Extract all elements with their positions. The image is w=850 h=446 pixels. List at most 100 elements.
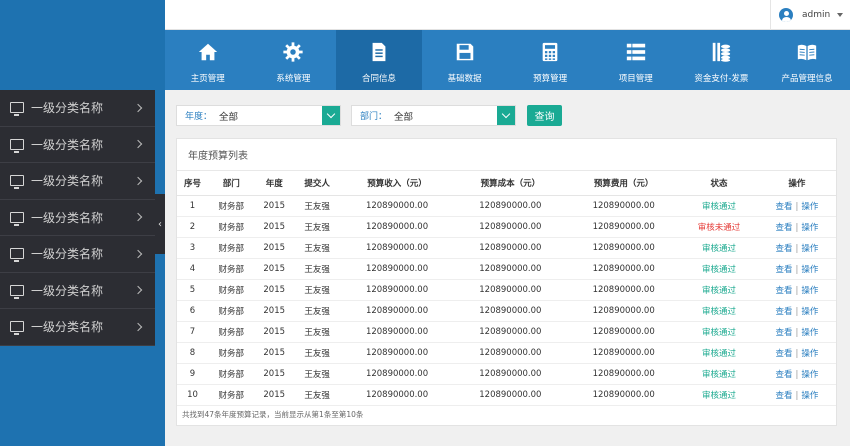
nav-item-1[interactable]: 主页管理 [165, 30, 251, 90]
operate-link[interactable]: 操作 [801, 202, 818, 212]
sidebar-item-3[interactable]: 一级分类名称 [0, 163, 155, 200]
row-expense: 120890000.00 [567, 279, 681, 301]
row-cost: 120890000.00 [453, 363, 568, 385]
row-year: 2015 [254, 384, 294, 406]
view-link[interactable]: 查看 [775, 370, 792, 380]
nav-item-8[interactable]: 产品管理信息 [764, 30, 850, 90]
table-row: 4 财务部 2015 王友强 120890000.00 120890000.00 12089… [177, 258, 836, 280]
column-header: 预算费用（元） [567, 171, 681, 196]
action-separator: | [795, 327, 799, 338]
sidebar-item-label: 一级分类名称 [31, 174, 104, 189]
row-dept: 财务部 [208, 384, 255, 406]
sidebar-item-label: 一级分类名称 [31, 247, 104, 262]
table-row: 7 财务部 2015 王友强 120890000.00 120890000.00 12089… [177, 321, 836, 343]
chevron-right-icon [133, 140, 143, 149]
monitor-icon [10, 321, 24, 336]
user-menu[interactable]: admin [770, 0, 850, 30]
row-submitter: 王友强 [293, 321, 341, 343]
dept-filter[interactable]: 部门： 全部 [351, 105, 516, 126]
view-link[interactable]: 查看 [775, 202, 792, 212]
operate-link[interactable]: 操作 [801, 328, 818, 338]
sidebar-item-4[interactable]: 一级分类名称 [0, 200, 155, 236]
nav-item-5[interactable]: 预算管理 [507, 30, 593, 90]
column-header: 状态 [680, 171, 758, 196]
nav-item-label: 资金支付-发票 [694, 74, 749, 84]
sidebar-item-2[interactable]: 一级分类名称 [0, 127, 155, 163]
row-number: 2 [177, 216, 208, 238]
operate-link[interactable]: 操作 [801, 286, 818, 296]
sidebar-item-1[interactable]: 一级分类名称 [0, 90, 155, 127]
user-name: admin [802, 10, 831, 20]
view-link[interactable]: 查看 [775, 265, 792, 275]
view-link[interactable]: 查看 [775, 328, 792, 338]
query-button[interactable]: 查询 [527, 105, 562, 126]
row-income: 120890000.00 [340, 363, 454, 385]
chevron-right-icon [133, 176, 143, 185]
sidebar-item-5[interactable]: 一级分类名称 [0, 236, 155, 273]
row-number: 1 [177, 195, 208, 217]
view-link[interactable]: 查看 [775, 391, 792, 401]
year-dropdown-chevron-icon[interactable] [322, 106, 340, 125]
row-submitter: 王友强 [293, 363, 341, 385]
dept-dropdown-chevron-icon[interactable] [497, 106, 515, 125]
sidebar-item-7[interactable]: 一级分类名称 [0, 309, 155, 346]
nav-item-7[interactable]: 资金支付-发票 [679, 30, 765, 90]
row-submitter: 王友强 [293, 216, 341, 238]
row-cost: 120890000.00 [453, 195, 568, 217]
coins-icon [710, 30, 732, 66]
table-row: 5 财务部 2015 王友强 120890000.00 120890000.00 12089… [177, 279, 836, 301]
action-separator: | [795, 264, 799, 275]
row-submitter: 王友强 [293, 279, 341, 301]
sidebar-item-6[interactable]: 一级分类名称 [0, 273, 155, 309]
operate-link[interactable]: 操作 [801, 244, 818, 254]
row-status: 审核通过 [680, 384, 758, 406]
sidebar-collapse-toggle[interactable]: ‹ [155, 194, 165, 254]
nav-item-4[interactable]: 基础数据 [422, 30, 508, 90]
row-submitter: 王友强 [293, 258, 341, 280]
table-header-row: 序号 部门 年度 提交人 预算收入（元） 预算成本（元） 预算费用（元） 状态 操作 [177, 171, 836, 196]
row-year: 2015 [254, 342, 294, 364]
row-income: 120890000.00 [340, 384, 454, 406]
caret-down-icon [837, 13, 844, 17]
operate-link[interactable]: 操作 [801, 370, 818, 380]
nav-item-6[interactable]: 项目管理 [593, 30, 679, 90]
row-dept: 财务部 [208, 321, 255, 343]
operate-link[interactable]: 操作 [801, 265, 818, 275]
operate-link[interactable]: 操作 [801, 307, 818, 317]
chevron-right-icon [133, 286, 143, 295]
nav-item-label: 主页管理 [190, 74, 225, 84]
monitor-icon [10, 284, 24, 299]
row-income: 120890000.00 [340, 195, 454, 217]
view-link[interactable]: 查看 [775, 307, 792, 317]
row-status: 审核通过 [680, 237, 758, 259]
row-number: 4 [177, 258, 208, 280]
action-separator: | [795, 222, 799, 233]
row-submitter: 王友强 [293, 342, 341, 364]
row-cost: 120890000.00 [453, 279, 568, 301]
operate-link[interactable]: 操作 [801, 349, 818, 359]
panel-title: 年度预算列表 [177, 139, 836, 171]
operate-link[interactable]: 操作 [801, 391, 818, 401]
row-expense: 120890000.00 [567, 195, 681, 217]
monitor-icon [10, 175, 24, 190]
main-nav: 主页管理 系统管理 合同信息 基础数据 预算管理 项目管理 资金支付-发票 产品管理信息 [165, 30, 850, 90]
home-icon [197, 30, 219, 66]
row-submitter: 王友强 [293, 237, 341, 259]
view-link[interactable]: 查看 [775, 223, 792, 233]
gear-icon [282, 30, 304, 66]
nav-item-3[interactable]: 合同信息 [336, 30, 422, 90]
view-link[interactable]: 查看 [775, 286, 792, 296]
operate-link[interactable]: 操作 [801, 223, 818, 233]
year-filter[interactable]: 年度： 全部 [176, 105, 341, 126]
row-actions: 查看 | 操作 [757, 321, 836, 343]
row-expense: 120890000.00 [567, 237, 681, 259]
row-dept: 财务部 [208, 300, 255, 322]
row-actions: 查看 | 操作 [757, 384, 836, 406]
monitor-icon [10, 102, 24, 117]
row-year: 2015 [254, 321, 294, 343]
row-year: 2015 [254, 195, 294, 217]
view-link[interactable]: 查看 [775, 349, 792, 359]
nav-item-2[interactable]: 系统管理 [251, 30, 337, 90]
row-cost: 120890000.00 [453, 321, 568, 343]
view-link[interactable]: 查看 [775, 244, 792, 254]
